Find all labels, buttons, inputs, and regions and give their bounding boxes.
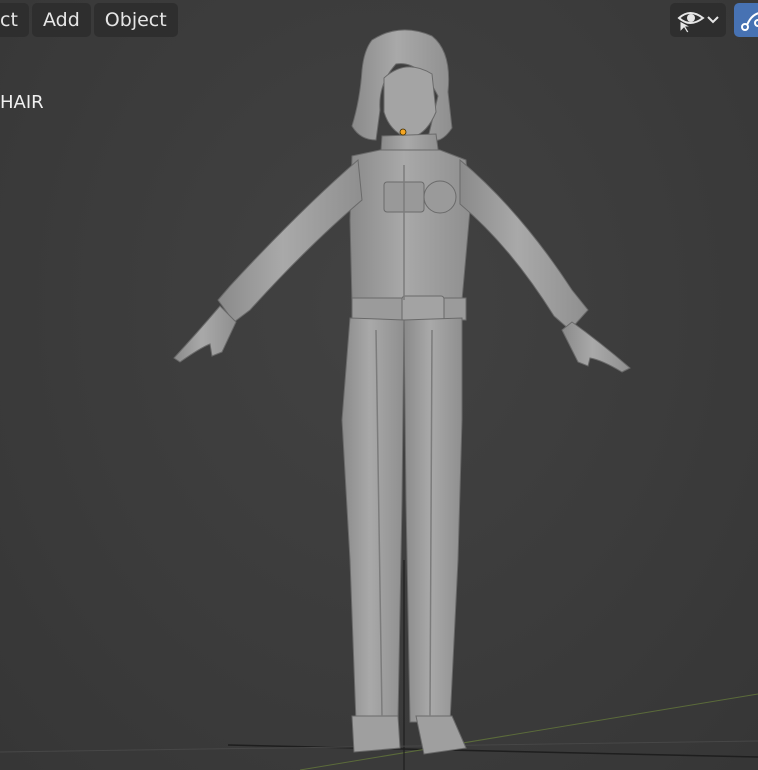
eye-selectable-icon <box>677 12 705 33</box>
chest-device <box>423 180 457 214</box>
left-leg <box>341 317 405 723</box>
overlay-toggle-icon <box>741 12 758 31</box>
overlay-toggle-button[interactable] <box>734 3 758 37</box>
face <box>383 66 437 139</box>
right-hand <box>561 321 631 373</box>
origin-point <box>399 128 407 136</box>
right-leg <box>403 317 463 723</box>
header-menubar: ct Add Object <box>0 3 178 37</box>
object-menu[interactable]: Object <box>93 3 178 37</box>
character-mesh[interactable] <box>0 0 758 770</box>
3d-viewport[interactable]: ct Add Object HAIR <box>0 0 758 770</box>
torso <box>349 149 471 303</box>
add-menu[interactable]: Add <box>32 3 91 37</box>
right-arm <box>459 158 589 331</box>
select-menu[interactable]: ct <box>0 3 29 37</box>
right-boot <box>415 715 467 755</box>
active-object-label: HAIR <box>0 92 44 113</box>
left-boot <box>351 715 401 753</box>
left-arm <box>217 158 363 323</box>
selectability-visibility-button[interactable] <box>670 3 726 37</box>
chevron-down-icon <box>707 16 719 24</box>
belt-buckle <box>401 295 445 323</box>
left-hand <box>173 305 237 363</box>
